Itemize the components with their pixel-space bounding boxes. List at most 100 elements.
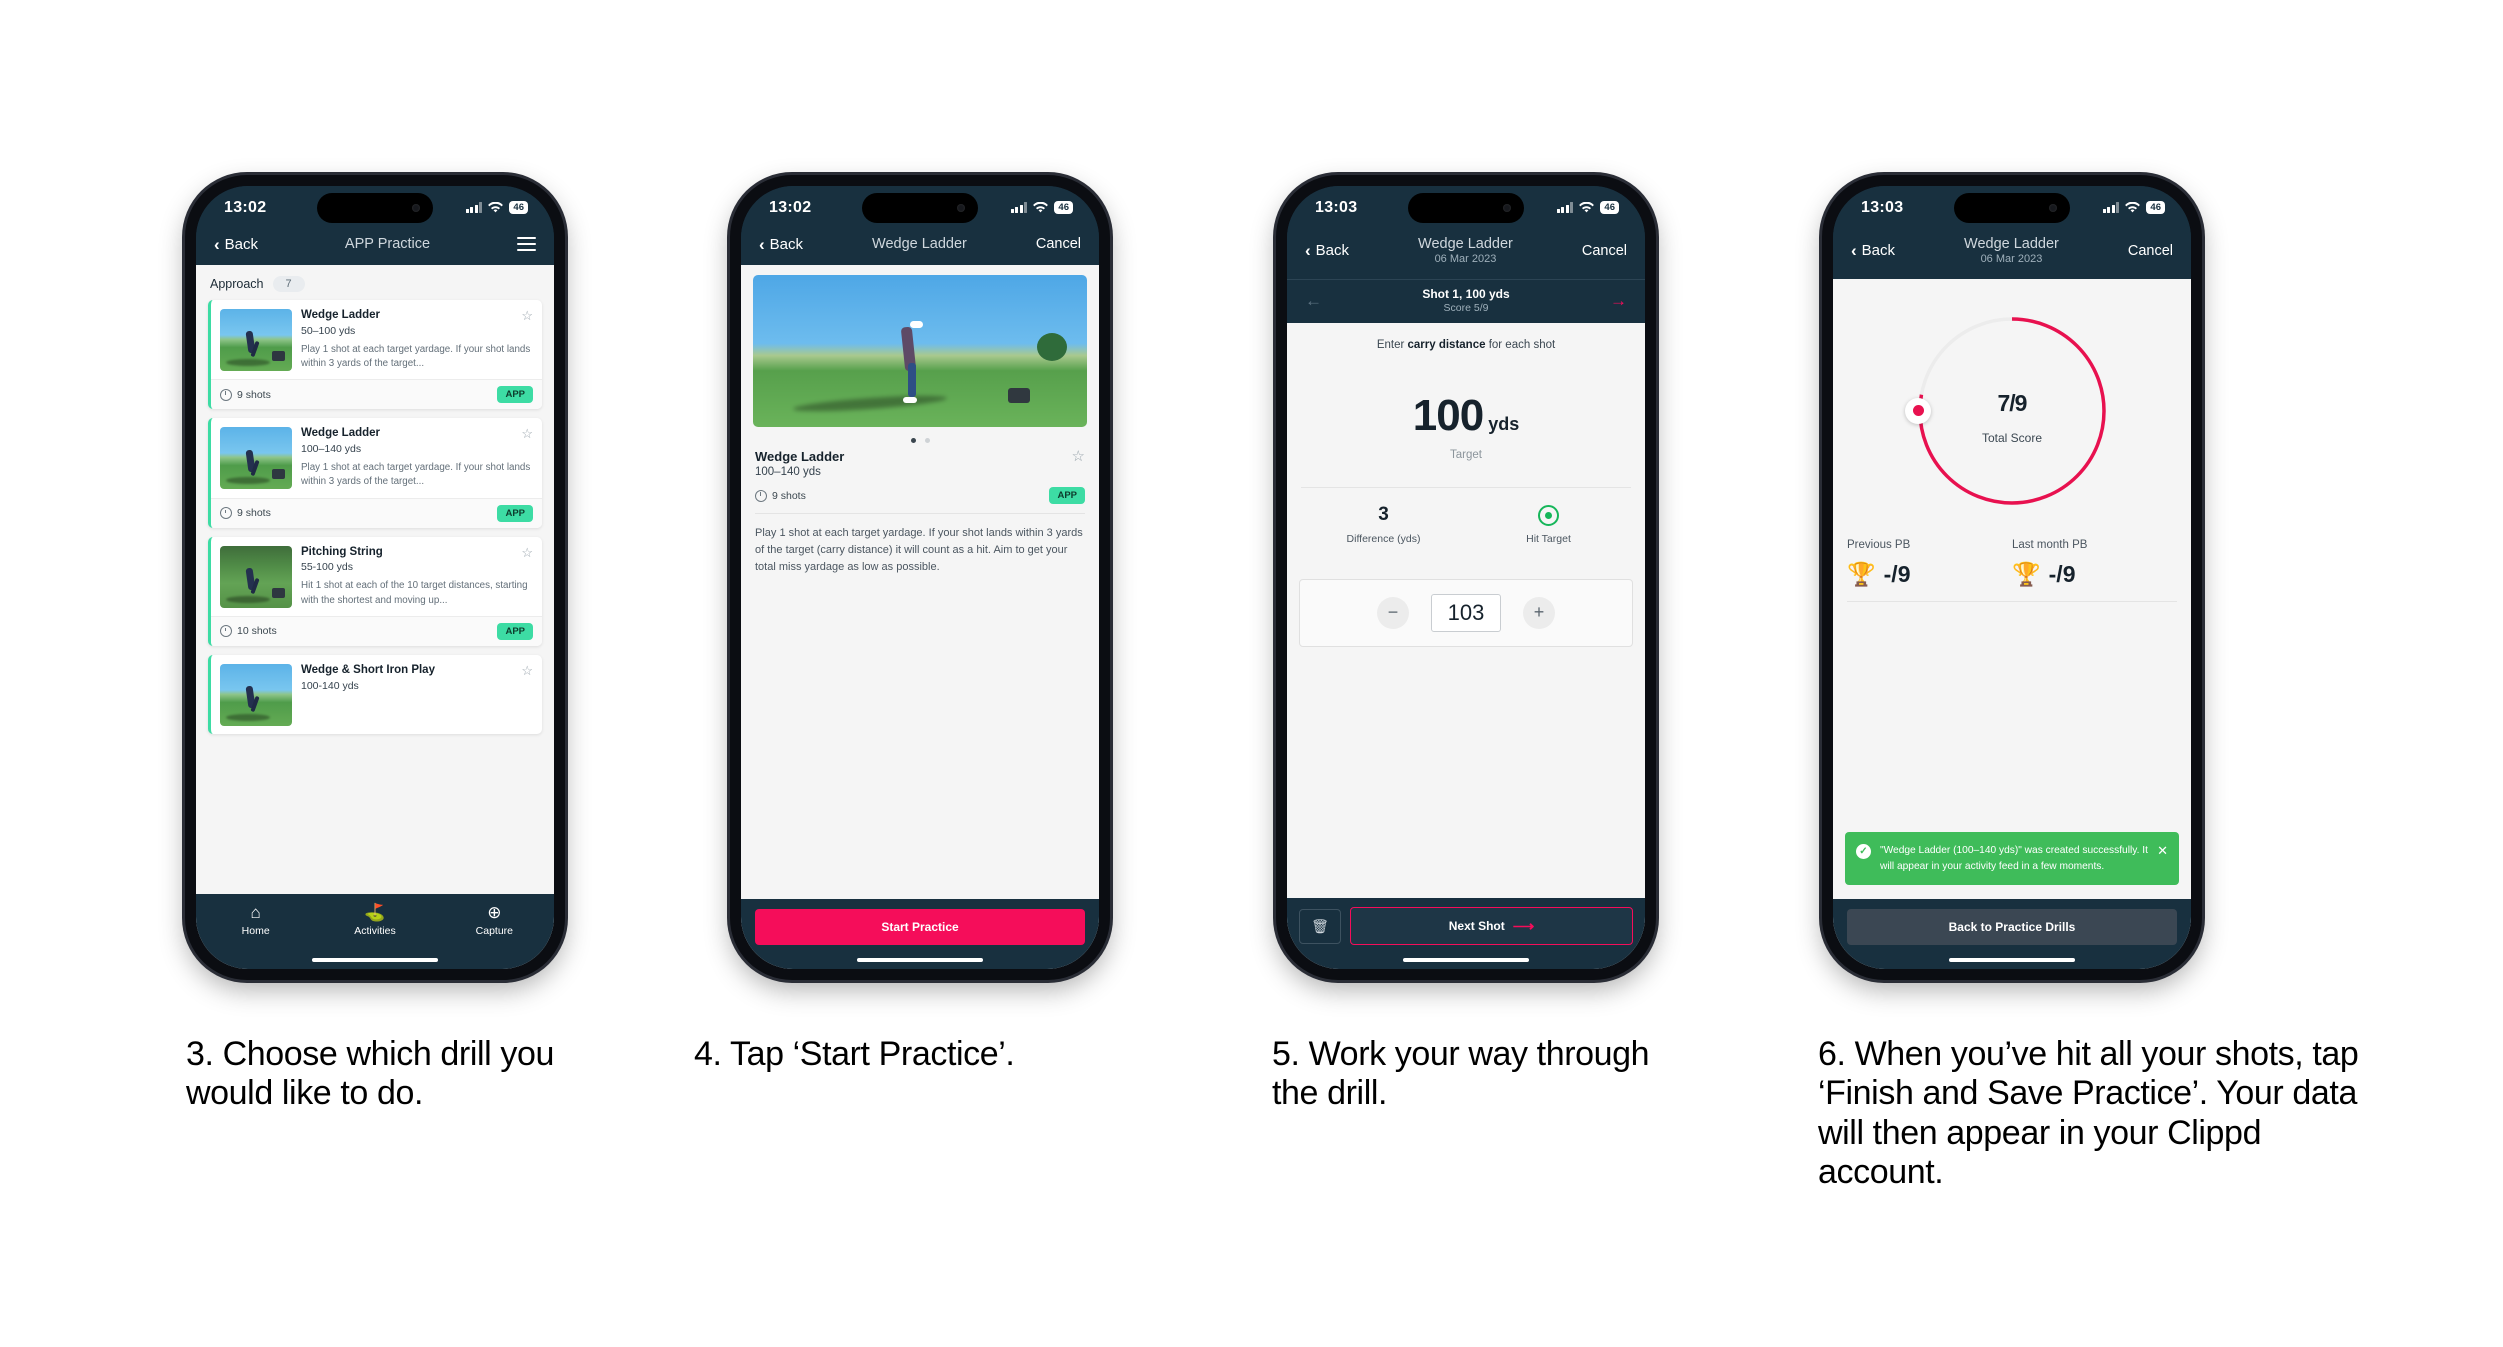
phone-4-summary: 13:03 46 ‹ Back Wedge Ladder 06 Mar 2023…: [1822, 175, 2202, 980]
arrow-right-icon[interactable]: →: [1610, 292, 1627, 309]
drill-thumbnail: [220, 309, 292, 372]
caption-step-5: 5. Work your way through the drill.: [1272, 1035, 1650, 1113]
tab-home[interactable]: ⌂ Home: [196, 903, 315, 937]
wifi-icon: [1579, 201, 1595, 212]
previous-pb-value-row: 🏆 -/9: [1847, 561, 2012, 588]
drill-range: 100-140 yds: [301, 679, 359, 692]
drill-shots: 9 shots: [755, 489, 806, 502]
drill-shots-label: 9 shots: [237, 507, 271, 520]
tab-activities[interactable]: ⛳ Activities: [315, 903, 434, 937]
clock-icon: [220, 507, 232, 520]
total-score-label: Total Score: [1981, 431, 2043, 446]
cancel-button[interactable]: Cancel: [2128, 243, 2173, 259]
gauge-center: 7/9 Total Score: [1914, 313, 2110, 509]
cancel-button[interactable]: Cancel: [1036, 236, 1081, 252]
page-title: Wedge Ladder: [872, 236, 967, 252]
trash-icon[interactable]: 🗑: [1299, 908, 1341, 944]
nav-bar-3: ‹ Back Wedge Ladder 06 Mar 2023 Cancel: [1287, 229, 1645, 279]
drill-hero-image: [753, 275, 1087, 428]
favourite-star-icon[interactable]: ☆: [521, 664, 533, 677]
cellular-signal-icon: [1010, 202, 1028, 213]
tab-capture[interactable]: ⊕ Capture: [435, 903, 554, 937]
drill-category-badge: APP: [497, 622, 533, 640]
decrement-button[interactable]: −: [1377, 596, 1409, 629]
personal-bests: Previous PB 🏆 -/9 Last month PB 🏆 -/9: [1847, 539, 2177, 602]
close-icon[interactable]: ✕: [2157, 844, 2168, 857]
toast-message: "Wedge Ladder (100–140 yds)" was created…: [1880, 845, 2148, 872]
favourite-star-icon[interactable]: ☆: [521, 427, 533, 440]
drill-description: Play 1 shot at each target yardage. If y…: [301, 462, 531, 488]
carousel-dots[interactable]: [741, 427, 1099, 449]
shot-entry-body: Enter carry distance for each shot 100 yd…: [1287, 322, 1645, 969]
favourite-star-icon[interactable]: ☆: [1072, 449, 1085, 464]
back-label: Back: [1861, 242, 1896, 260]
check-circle-icon: ✓: [1856, 844, 1871, 860]
carry-distance-input[interactable]: 103: [1431, 593, 1501, 632]
status-clock: 13:02: [224, 198, 267, 216]
score-gauge-wrap: 7/9 Total Score: [1833, 279, 2191, 509]
drill-range: 50–100 yds: [301, 324, 356, 337]
start-practice-button[interactable]: Start Practice: [755, 909, 1085, 945]
nav-bar-1: ‹ Back APP Practice: [196, 229, 554, 266]
status-bar-1: 13:02 46: [196, 186, 554, 229]
status-indicators: 46: [1010, 200, 1073, 215]
home-indicator: [1403, 957, 1529, 962]
drill-shots: 9 shots: [220, 388, 271, 401]
last-month-pb-value-row: 🏆 -/9: [2012, 561, 2177, 588]
hamburger-icon[interactable]: [516, 236, 536, 252]
drill-title: Wedge Ladder: [755, 449, 845, 465]
arrow-right-icon: ⟶: [1512, 918, 1535, 935]
golf-flag-icon: ⛳: [364, 903, 386, 922]
section-header-approach: Approach 7: [196, 265, 554, 300]
drill-card[interactable]: Wedge Ladder ☆ 50–100 yds Play 1 shot at…: [208, 300, 542, 410]
total-score-gauge: 7/9 Total Score: [1905, 313, 2110, 509]
back-button[interactable]: ‹ Back: [1305, 242, 1349, 259]
back-button[interactable]: ‹ Back: [1851, 242, 1895, 259]
screen-3: 13:03 46 ‹ Back Wedge Ladder 06 Mar 2023…: [1287, 186, 1645, 969]
drill-description: Play 1 shot at each target yardage. If y…: [755, 527, 1083, 574]
dynamic-island: [1408, 193, 1524, 223]
target-value: 100: [1412, 390, 1484, 440]
drill-range: 100–140 yds: [301, 443, 362, 456]
section-label: Approach: [210, 277, 264, 292]
back-button[interactable]: ‹ Back: [759, 236, 803, 253]
drill-card-top: Wedge Ladder ☆ 100–140 yds Play 1 shot a…: [211, 418, 542, 497]
drill-thumbnail: [220, 427, 292, 490]
drill-title: Pitching String: [301, 545, 383, 558]
total-score-value: 7/9: [1998, 376, 2028, 418]
arrow-left-icon[interactable]: ←: [1305, 292, 1322, 309]
phone-2-drill-detail: 13:02 46 ‹ Back Wedge Ladder Cancel Wedg…: [730, 175, 1110, 980]
page-title: Wedge Ladder 06 Mar 2023: [1964, 235, 2059, 267]
shot-navigation-bar: ← Shot 1, 100 yds Score 5/9 →: [1287, 278, 1645, 323]
page-title-date: 06 Mar 2023: [1980, 253, 2043, 266]
drill-description: Play 1 shot at each target yardage. If y…: [301, 343, 531, 370]
favourite-star-icon[interactable]: ☆: [521, 546, 533, 559]
hit-target-label: Hit Target: [1526, 532, 1571, 545]
dynamic-island: [317, 193, 433, 223]
drill-info: Pitching String ☆ 55-100 yds Hit 1 shot …: [301, 546, 533, 608]
drill-card-top: Pitching String ☆ 55-100 yds Hit 1 shot …: [211, 537, 542, 616]
last-month-pb: Last month PB 🏆 -/9: [2012, 539, 2177, 602]
previous-pb-value: -/9: [1883, 560, 1911, 587]
increment-button[interactable]: +: [1523, 596, 1555, 629]
drill-card[interactable]: Wedge Ladder ☆ 100–140 yds Play 1 shot a…: [208, 418, 542, 528]
drill-card[interactable]: Wedge & Short Iron Play ☆ 100-140 yds: [208, 654, 542, 734]
cancel-button[interactable]: Cancel: [1582, 243, 1627, 259]
drill-title: Wedge Ladder: [301, 427, 381, 440]
nav-bar-2: ‹ Back Wedge Ladder Cancel: [741, 229, 1099, 266]
back-to-practice-drills-button[interactable]: Back to Practice Drills: [1847, 909, 2177, 945]
favourite-star-icon[interactable]: ☆: [521, 309, 533, 322]
home-indicator: [312, 957, 438, 962]
drill-info: Wedge Ladder ☆ 50–100 yds Play 1 shot at…: [301, 309, 533, 371]
back-button[interactable]: ‹ Back: [214, 236, 258, 253]
wifi-icon: [488, 201, 504, 212]
target-unit: yds: [1488, 413, 1520, 434]
next-shot-button[interactable]: Next Shot ⟶: [1350, 907, 1633, 945]
nav-bar-4: ‹ Back Wedge Ladder 06 Mar 2023 Cancel: [1833, 229, 2191, 279]
drill-category-badge: APP: [1049, 487, 1085, 505]
drill-thumbnail: [220, 545, 292, 608]
status-bar-2: 13:02 46: [741, 186, 1099, 229]
drill-card[interactable]: Pitching String ☆ 55-100 yds Hit 1 shot …: [208, 536, 542, 646]
drill-title: Wedge & Short Iron Play: [301, 663, 435, 676]
back-label: Back: [1315, 242, 1350, 260]
